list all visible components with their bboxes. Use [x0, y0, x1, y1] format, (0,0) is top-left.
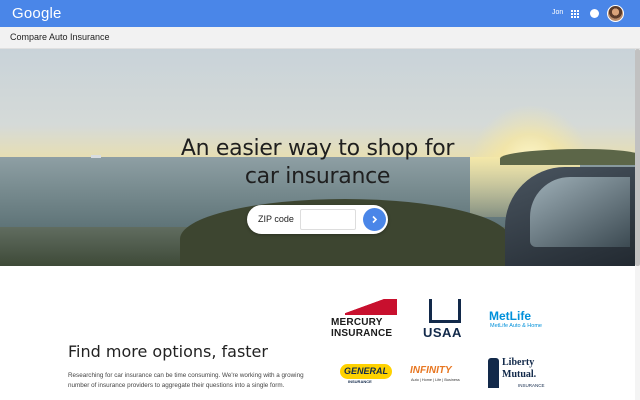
liberty-mutual-logo: Liberty Mutual. INSURANCE [488, 356, 552, 394]
hero-headline-line2: car insurance [244, 164, 391, 189]
zip-submit-button[interactable] [363, 208, 386, 231]
mercury-insurance-logo: MERCURY INSURANCE [331, 299, 401, 341]
hero-headline-line1: An easier way to shop for [180, 136, 455, 161]
usaa-logo: USAA [423, 299, 467, 341]
section-body: Researching for car insurance can be tim… [68, 372, 304, 389]
user-name[interactable]: Jon [552, 9, 563, 16]
infinity-logo: INFINITY Auto | Home | Life | Business [410, 365, 476, 385]
page-header: Compare Auto Insurance [0, 27, 640, 49]
apps-grid-icon[interactable] [570, 9, 579, 18]
mercury-subname: INSURANCE [331, 328, 393, 339]
page-title: Compare Auto Insurance [10, 32, 110, 42]
hero-banner: An easier way to shop for car insurance … [0, 49, 635, 266]
general-insurance-logo: GENERAL INSURANCE [340, 364, 395, 384]
zip-label: ZIP code [258, 214, 294, 224]
zip-input[interactable] [300, 209, 356, 230]
usaa-eagle-mark [429, 299, 461, 323]
mercury-swoosh [345, 299, 397, 315]
liberty-name-line1: Liberty [502, 357, 535, 368]
infinity-name: INFINITY [410, 365, 452, 376]
section-title: Find more options, faster [68, 342, 268, 361]
infinity-tagline: Auto | Home | Life | Business [411, 378, 460, 382]
mercury-name: MERCURY [331, 317, 383, 328]
google-logo[interactable]: Google [12, 5, 62, 22]
liberty-tagline: INSURANCE [518, 383, 545, 388]
general-tagline: INSURANCE [348, 379, 372, 384]
chevron-right-icon [372, 215, 378, 224]
hero-headline: An easier way to shop for car insurance [0, 135, 635, 191]
metlife-tagline: MetLife Auto & Home [490, 323, 542, 329]
statue-of-liberty-icon [488, 358, 499, 388]
avatar[interactable] [607, 5, 624, 22]
scrollbar[interactable] [635, 49, 640, 400]
top-app-bar: Google Jon [0, 0, 640, 27]
zip-form: ZIP code [247, 205, 388, 234]
general-name: GENERAL [340, 364, 392, 379]
liberty-name-line2: Mutual. [502, 369, 537, 380]
metlife-name: MetLife [489, 309, 531, 323]
scrollbar-thumb[interactable] [635, 49, 640, 266]
notification-icon[interactable] [590, 9, 599, 18]
usaa-name: USAA [423, 325, 462, 340]
metlife-logo: MetLife MetLife Auto & Home [489, 309, 559, 333]
